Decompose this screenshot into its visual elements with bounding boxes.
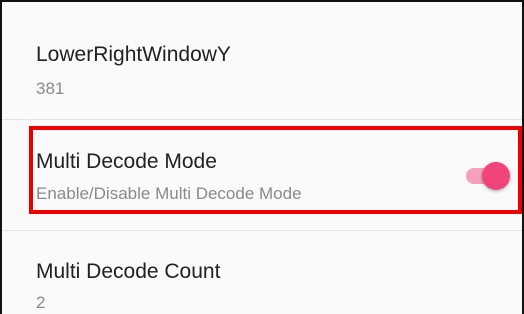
setting-title: Multi Decode Count (36, 260, 221, 283)
setting-title: LowerRightWindowY (36, 43, 231, 66)
setting-summary: Enable/Disable Multi Decode Mode (36, 184, 302, 203)
setting-multi-decode-count[interactable]: Multi Decode Count 2 (2, 231, 522, 314)
setting-summary: 381 (36, 79, 65, 98)
setting-lower-right-window-y[interactable]: LowerRightWindowY 381 (2, 2, 522, 118)
multi-decode-mode-toggle[interactable] (464, 162, 510, 190)
toggle-thumb (482, 162, 510, 190)
settings-screen: LowerRightWindowY 381 Multi Decode Mode … (0, 0, 524, 314)
setting-title: Multi Decode Mode (36, 150, 217, 173)
setting-summary: 2 (36, 293, 46, 312)
setting-multi-decode-mode[interactable]: Multi Decode Mode Enable/Disable Multi D… (2, 120, 522, 230)
